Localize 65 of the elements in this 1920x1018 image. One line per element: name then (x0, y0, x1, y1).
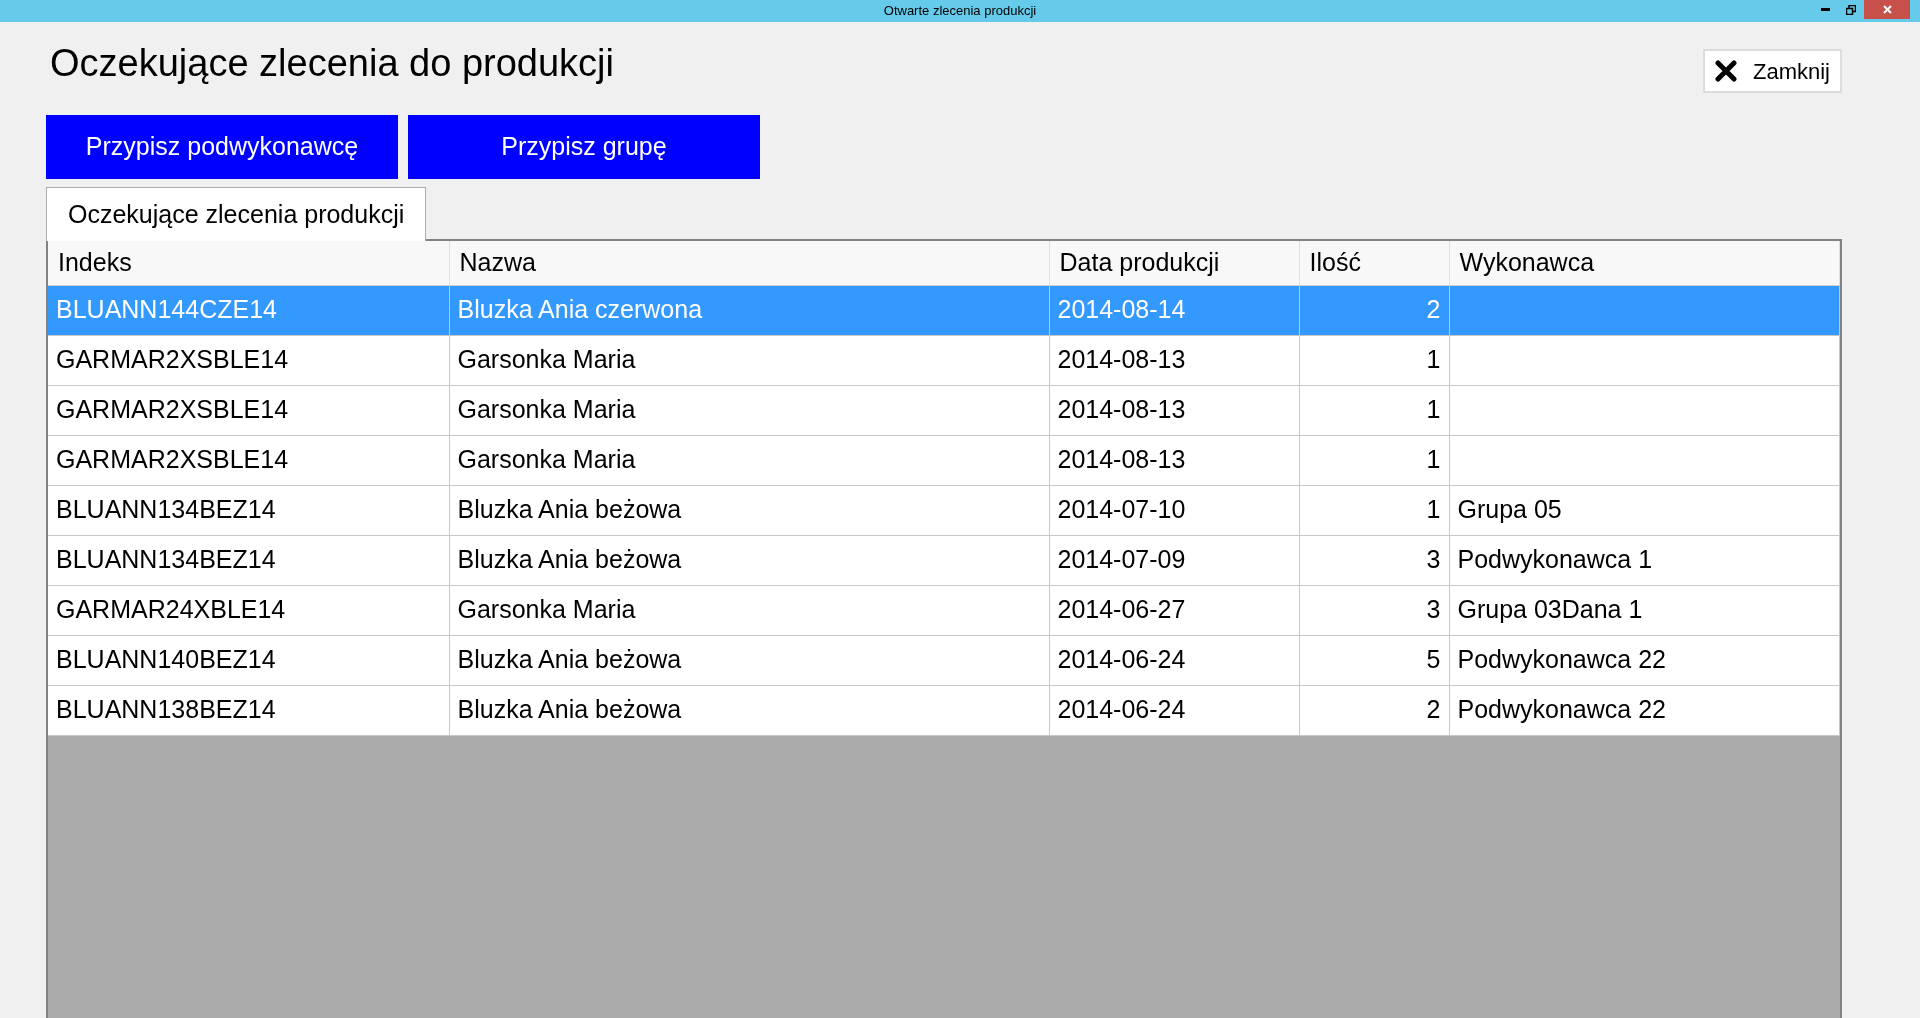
close-icon (1882, 5, 1892, 14)
table-cell: GARMAR2XSBLE14 (56, 445, 289, 474)
table-cell: 1 (1426, 395, 1441, 424)
table-cell: 1 (1426, 345, 1441, 374)
table-cell: 1 (1426, 445, 1441, 474)
table-cell: Garsonka Maria (457, 395, 636, 424)
table-cell: Bluzka Ania beżowa (457, 545, 682, 574)
table-cell: BLUANN140BEZ14 (56, 645, 276, 674)
table-cell: Garsonka Maria (457, 445, 636, 474)
column-header[interactable]: Wykonawca (1449, 241, 1840, 285)
table-cell: 2014-06-24 (1057, 695, 1186, 724)
page-heading: Oczekujące zlecenia do produkcji (50, 44, 614, 82)
table-cell: 2014-08-13 (1057, 345, 1186, 374)
restore-icon (1846, 4, 1856, 15)
table-cell: BLUANN134BEZ14 (56, 545, 276, 574)
table-cell: Garsonka Maria (457, 595, 636, 624)
close-button[interactable]: Zamknij (1703, 49, 1842, 93)
table-row[interactable]: GARMAR2XSBLE14 Garsonka Maria 2014-08-13 1 (48, 335, 1840, 385)
table-cell: 2014-08-14 (1057, 295, 1186, 324)
table-cell: Garsonka Maria (457, 345, 636, 374)
table-cell: BLUANN144CZE14 (56, 295, 277, 324)
table-cell: Grupa 05 (1457, 495, 1562, 524)
action-button[interactable]: Przypisz grupę (408, 115, 760, 179)
window-title: Otwarte zlecenia produkcji (883, 2, 1037, 21)
close-window-button[interactable] (1864, 0, 1910, 19)
table-cell: Bluzka Ania beżowa (457, 495, 682, 524)
table-cell: Bluzka Ania beżowa (457, 645, 682, 674)
column-header[interactable]: Indeks (48, 241, 449, 285)
table-cell: BLUANN138BEZ14 (56, 695, 276, 724)
table-cell: 3 (1426, 545, 1441, 574)
table-row[interactable]: BLUANN134BEZ14 Bluzka Ania beżowa 2014-07-09 3 Podwykonawca 1 (48, 535, 1840, 585)
table-cell: GARMAR2XSBLE14 (56, 395, 289, 424)
close-icon (1715, 60, 1737, 82)
table-cell: 2014-07-09 (1057, 545, 1186, 574)
table-row[interactable]: BLUANN134BEZ14 Bluzka Ania beżowa 2014-07-10 1 Grupa 05 (48, 485, 1840, 535)
table-cell: Bluzka Ania czerwona (457, 295, 703, 324)
table-cell: 2014-08-13 (1057, 445, 1186, 474)
table-cell: 5 (1426, 645, 1441, 674)
tab[interactable]: Oczekujące zlecenia produkcji (46, 187, 427, 241)
action-button[interactable]: Przypisz podwykonawcę (46, 115, 398, 179)
table-cell: 2014-06-24 (1057, 645, 1186, 674)
table-cell: GARMAR2XSBLE14 (56, 345, 289, 374)
table-cell: Podwykonawca 1 (1457, 545, 1653, 574)
table-row[interactable]: GARMAR2XSBLE14 Garsonka Maria 2014-08-13 1 (48, 435, 1840, 485)
table-row[interactable]: BLUANN138BEZ14 Bluzka Ania beżowa 2014-06-24 2 Podwykonawca 22 (48, 685, 1840, 735)
table-cell: 3 (1426, 595, 1441, 624)
table-cell: 1 (1426, 495, 1441, 524)
table-cell: 2014-07-10 (1057, 495, 1186, 524)
table-cell: 2 (1426, 695, 1441, 724)
table-cell: Podwykonawca 22 (1457, 645, 1666, 674)
column-header[interactable]: Ilość (1299, 241, 1449, 285)
table-cell: Bluzka Ania beżowa (457, 695, 682, 724)
table-cell: BLUANN134BEZ14 (56, 495, 276, 524)
column-header[interactable]: Data produkcji (1049, 241, 1299, 285)
column-header[interactable]: Nazwa (449, 241, 1049, 285)
table-row[interactable]: GARMAR24XBLE14 Garsonka Maria 2014-06-27 3 Grupa 03Dana 1 (48, 585, 1840, 635)
table-row[interactable]: GARMAR2XSBLE14 Garsonka Maria 2014-08-13 1 (48, 385, 1840, 435)
table-cell: 2014-06-27 (1057, 595, 1186, 624)
minimize-icon (1820, 8, 1830, 11)
table-row[interactable]: BLUANN140BEZ14 Bluzka Ania beżowa 2014-06-24 5 Podwykonawca 22 (48, 635, 1840, 685)
table-cell: 2 (1426, 295, 1441, 324)
table-cell: 2014-08-13 (1057, 395, 1186, 424)
table-cell: Grupa 03Dana 1 (1457, 595, 1643, 624)
table-cell: Podwykonawca 22 (1457, 695, 1666, 724)
table-cell: GARMAR24XBLE14 (56, 595, 286, 624)
